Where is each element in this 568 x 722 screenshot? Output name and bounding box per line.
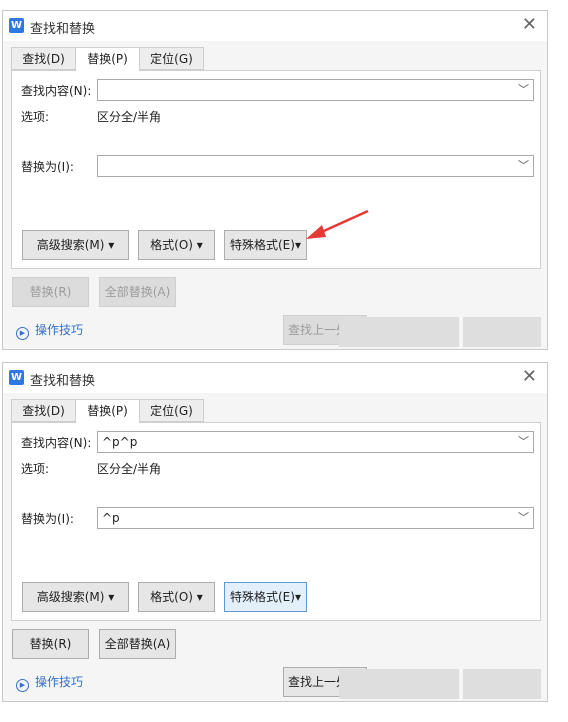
replace-all-button[interactable]: 全部替换(A) bbox=[99, 629, 176, 659]
advanced-search-button[interactable]: 高级搜索(M) ▾ bbox=[22, 582, 129, 612]
tab-find[interactable]: 查找(D) bbox=[11, 47, 76, 70]
find-label: 查找内容(N): bbox=[21, 436, 92, 450]
play-circle-icon: ▶ bbox=[16, 679, 29, 692]
find-input[interactable]: ^p^p ﹀ bbox=[97, 431, 534, 453]
advanced-search-button[interactable]: 高级搜索(M) ▾ bbox=[22, 230, 129, 260]
tips-label: 操作技巧 bbox=[35, 675, 84, 689]
tab-replace[interactable]: 替换(P) bbox=[75, 399, 140, 423]
format-button[interactable]: 格式(O) ▾ bbox=[138, 582, 215, 612]
tips-label: 操作技巧 bbox=[35, 323, 84, 337]
options-value: 区分全/半角 bbox=[97, 110, 162, 124]
obscured-area bbox=[339, 317, 459, 347]
options-value: 区分全/半角 bbox=[97, 462, 162, 476]
tab-find[interactable]: 查找(D) bbox=[11, 399, 76, 422]
tips-link[interactable]: ▶ 操作技巧 bbox=[16, 673, 83, 692]
replace-panel: 查找内容(N): ^p^p ﹀ 选项: 区分全/半角 替换为(I): ^p ﹀ … bbox=[11, 422, 541, 621]
special-format-button[interactable]: 特殊格式(E)▾ bbox=[224, 230, 307, 260]
red-arrow-annotation bbox=[306, 209, 369, 239]
title-bar: W 查找和替换 ✕ bbox=[3, 363, 547, 393]
obscured-area bbox=[463, 669, 541, 699]
wps-app-icon: W bbox=[9, 370, 24, 385]
replace-all-button[interactable]: 全部替换(A) bbox=[99, 277, 176, 307]
tab-goto[interactable]: 定位(G) bbox=[139, 47, 204, 70]
options-label: 选项: bbox=[21, 462, 50, 476]
chevron-down-icon[interactable]: ﹀ bbox=[518, 80, 529, 100]
options-label: 选项: bbox=[21, 110, 50, 124]
replace-button[interactable]: 替换(R) bbox=[12, 277, 89, 307]
chevron-down-icon[interactable]: ﹀ bbox=[518, 432, 529, 452]
special-format-button[interactable]: 特殊格式(E)▾ bbox=[224, 582, 307, 612]
replace-panel: 查找内容(N): ﹀ 选项: 区分全/半角 替换为(I): ﹀ 高级搜索(M) … bbox=[11, 70, 541, 269]
find-replace-dialog-1: W 查找和替换 ✕ 查找(D) 替换(P) 定位(G) 查找内容(N): ﹀ 选… bbox=[2, 10, 548, 350]
replace-label: 替换为(I): bbox=[21, 160, 74, 174]
find-input[interactable]: ﹀ bbox=[97, 79, 534, 101]
close-icon[interactable]: ✕ bbox=[522, 15, 537, 35]
tips-link[interactable]: ▶ 操作技巧 bbox=[16, 321, 83, 340]
find-input-value: ^p^p bbox=[102, 435, 138, 449]
chevron-down-icon[interactable]: ﹀ bbox=[518, 508, 529, 528]
replace-label: 替换为(I): bbox=[21, 512, 74, 526]
format-button[interactable]: 格式(O) ▾ bbox=[138, 230, 215, 260]
tab-goto[interactable]: 定位(G) bbox=[139, 399, 204, 422]
close-icon[interactable]: ✕ bbox=[522, 367, 537, 387]
find-replace-dialog-2: W 查找和替换 ✕ 查找(D) 替换(P) 定位(G) 查找内容(N): ^p^… bbox=[2, 362, 548, 702]
find-label: 查找内容(N): bbox=[21, 84, 92, 98]
replace-button[interactable]: 替换(R) bbox=[12, 629, 89, 659]
wps-app-icon: W bbox=[9, 18, 24, 33]
title-bar: W 查找和替换 ✕ bbox=[3, 11, 547, 41]
replace-input[interactable]: ^p ﹀ bbox=[97, 507, 534, 529]
play-circle-icon: ▶ bbox=[16, 327, 29, 340]
dialog-title: 查找和替换 bbox=[30, 374, 96, 389]
replace-input[interactable]: ﹀ bbox=[97, 155, 534, 177]
replace-input-value: ^p bbox=[102, 511, 120, 525]
obscured-area bbox=[339, 669, 459, 699]
obscured-area bbox=[463, 317, 541, 347]
chevron-down-icon[interactable]: ﹀ bbox=[518, 156, 529, 176]
dialog-title: 查找和替换 bbox=[30, 22, 96, 37]
tab-replace[interactable]: 替换(P) bbox=[75, 47, 140, 71]
